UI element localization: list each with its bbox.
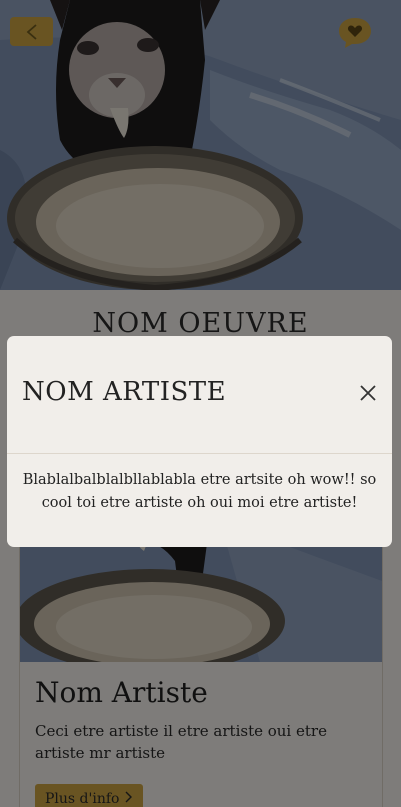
close-icon: [359, 384, 377, 406]
modal-body-text: Blablalbalblalbllablabla etre artsite oh…: [22, 472, 377, 511]
modal-title: NOM ARTISTE: [22, 377, 227, 407]
artist-modal: NOM ARTISTE Blablalbalblalbllablabla etr…: [7, 336, 392, 547]
modal-header: NOM ARTISTE: [7, 336, 392, 454]
close-button[interactable]: [356, 383, 380, 407]
artwork-page: NOM OEUVRE Nom Artiste Ceci etre artiste…: [0, 0, 401, 807]
